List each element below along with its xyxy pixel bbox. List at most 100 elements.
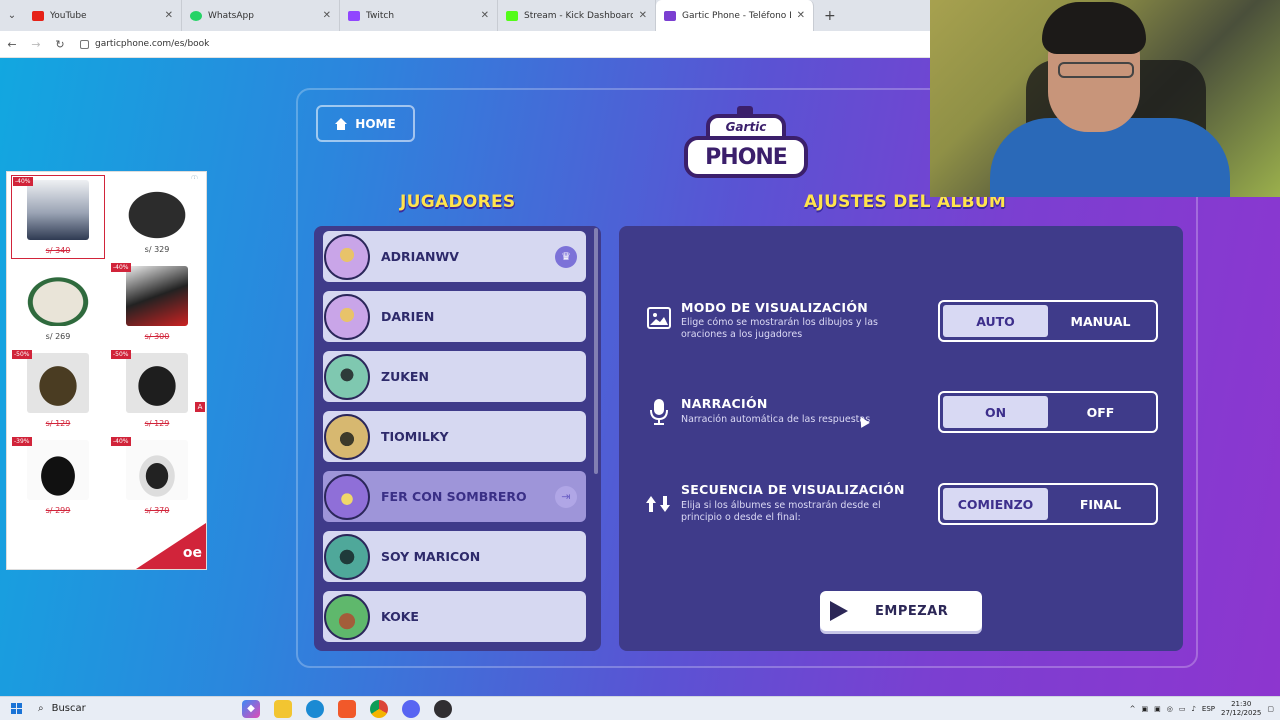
close-tab-icon[interactable]: ✕ — [639, 10, 647, 21]
setting-description: Narración automática de las respuestas — [681, 414, 871, 425]
players-panel: ADRIANWV ♛ DARIEN ZUKEN TIOMILKY FER CON… — [314, 226, 601, 651]
tab-whatsapp[interactable]: WhatsApp ✕ — [182, 0, 340, 31]
tab-twitch[interactable]: Twitch ✕ — [340, 0, 498, 31]
browser-tabbar: ⌄ YouTube ✕ WhatsApp ✕ Twitch ✕ Stream -… — [0, 0, 930, 31]
start-button[interactable]: EMPEZAR — [820, 591, 982, 631]
ad-product[interactable]: s/ 329 — [110, 175, 204, 259]
product-image — [113, 179, 201, 239]
player-row: FER CON SOMBRERO ⇥ — [323, 471, 586, 522]
player-avatar — [324, 533, 370, 580]
player-name: TIOMILKY — [381, 429, 449, 444]
tab-gartic-phone[interactable]: Gartic Phone - Teléfono Descon ✕ — [656, 0, 814, 31]
house-icon — [335, 117, 348, 130]
player-row: ZUKEN — [323, 351, 586, 402]
settings-panel — [619, 226, 1183, 651]
copilot-icon[interactable]: ◆ — [242, 699, 260, 718]
forward-icon[interactable]: → — [24, 38, 48, 51]
back-icon[interactable]: ← — [0, 38, 24, 51]
language-indicator[interactable]: ESP — [1202, 705, 1215, 713]
option-comienzo[interactable]: COMIENZO — [943, 488, 1048, 520]
player-avatar — [324, 413, 370, 460]
notification-icon[interactable]: ▢ — [1267, 705, 1274, 713]
players-scrollbar[interactable] — [594, 228, 598, 474]
discount-badge: -40% — [111, 437, 131, 446]
home-button[interactable]: HOME — [316, 105, 415, 142]
sequence-toggle: COMIENZO FINAL — [938, 483, 1158, 525]
start-button[interactable] — [0, 703, 32, 714]
tray-app-icon[interactable]: ◎ — [1167, 705, 1173, 713]
option-off[interactable]: OFF — [1048, 396, 1153, 428]
tab-label: YouTube — [50, 10, 87, 21]
webcam-person-glasses — [1058, 62, 1134, 78]
discount-badge: -50% — [111, 350, 131, 359]
narration-toggle: ON OFF — [938, 391, 1158, 433]
product-image — [27, 180, 89, 240]
option-on[interactable]: ON — [943, 396, 1048, 428]
ad-product[interactable]: s/ 269 — [11, 262, 105, 346]
file-explorer-icon[interactable] — [274, 699, 292, 718]
edge-icon[interactable] — [306, 699, 324, 718]
close-tab-icon[interactable]: ✕ — [323, 10, 331, 21]
product-price: s/ 329 — [144, 245, 170, 254]
ad-product[interactable]: -39% s/ 299 — [11, 436, 105, 520]
ad-product[interactable]: -50% s/ 129 — [11, 349, 105, 433]
player-row: ADRIANWV ♛ — [323, 231, 586, 282]
chrome-icon[interactable] — [370, 699, 388, 718]
gartic-favicon-icon — [664, 10, 676, 21]
tab-youtube[interactable]: YouTube ✕ — [24, 0, 182, 31]
clock-time: 21:30 — [1231, 700, 1252, 708]
player-name: FER CON SOMBRERO — [381, 489, 527, 504]
product-image — [126, 353, 188, 413]
option-manual[interactable]: MANUAL — [1048, 305, 1153, 337]
brave-icon[interactable] — [338, 699, 356, 718]
ad-product[interactable]: -40% s/ 370 — [110, 436, 204, 520]
kick-favicon-icon — [506, 10, 518, 21]
new-tab-icon[interactable]: + — [824, 8, 836, 24]
chevron-up-icon[interactable]: ^ — [1130, 705, 1136, 713]
url-field[interactable]: garticphone.com/es/book — [80, 39, 209, 49]
player-name: ZUKEN — [381, 369, 429, 384]
kick-player-icon[interactable]: ⇥ — [555, 485, 577, 508]
tab-kick[interactable]: Stream - Kick Dashboard ✕ — [498, 0, 656, 31]
tray-app-icon[interactable]: ▣ — [1141, 705, 1148, 713]
discount-badge: -39% — [12, 437, 32, 446]
player-name: DARIEN — [381, 309, 435, 324]
shoe-ad[interactable]: ⓘ ⋮ -40% s/ 340 s/ 329 s/ 269 -40% s/ 30… — [6, 171, 207, 570]
ad-product[interactable]: -40% s/ 300 — [110, 262, 204, 346]
pinned-apps: ◆ — [242, 699, 452, 718]
webcam-person-hair — [1042, 2, 1146, 54]
product-image — [126, 266, 188, 326]
ad-choices-icon[interactable]: A — [195, 402, 205, 412]
close-tab-icon[interactable]: ✕ — [481, 10, 489, 21]
ad-product[interactable]: -50% s/ 129 — [110, 349, 204, 433]
search-label: Buscar — [51, 703, 86, 714]
player-avatar — [324, 353, 370, 400]
player-row: KOKE — [323, 591, 586, 642]
product-price: s/ 129 — [144, 419, 170, 428]
setting-description: Elige cómo se mostrarán los dibujos y la… — [681, 317, 878, 340]
setting-description: Elija si los álbumes se mostrarán desde … — [681, 500, 881, 523]
tray-app-icon[interactable]: ▣ — [1154, 705, 1161, 713]
option-final[interactable]: FINAL — [1048, 488, 1153, 520]
start-label: EMPEZAR — [875, 603, 949, 619]
player-name: KOKE — [381, 609, 419, 624]
site-info-icon[interactable] — [80, 39, 89, 49]
reload-icon[interactable]: ↻ — [48, 38, 72, 51]
tab-label: Twitch — [366, 10, 395, 21]
close-tab-icon[interactable]: ✕ — [165, 10, 173, 21]
close-tab-icon[interactable]: ✕ — [797, 10, 805, 21]
volume-icon[interactable]: ♪ — [1191, 705, 1195, 713]
player-name: ADRIANWV — [381, 249, 459, 264]
tab-list-icon[interactable]: ⌄ — [0, 10, 24, 21]
taskbar-search[interactable]: ⌕ Buscar — [32, 697, 222, 720]
network-icon[interactable]: ▭ — [1179, 705, 1186, 713]
option-auto[interactable]: AUTO — [943, 305, 1048, 337]
ad-product[interactable]: -40% s/ 340 — [11, 175, 105, 259]
setting-title: NARRACIÓN — [681, 396, 768, 411]
obs-icon[interactable] — [434, 699, 452, 718]
clock[interactable]: 21:30 27/12/2025 — [1221, 700, 1261, 718]
whatsapp-favicon-icon — [190, 10, 202, 21]
player-avatar — [324, 293, 370, 340]
discord-icon[interactable] — [402, 699, 420, 718]
product-image — [126, 440, 188, 500]
